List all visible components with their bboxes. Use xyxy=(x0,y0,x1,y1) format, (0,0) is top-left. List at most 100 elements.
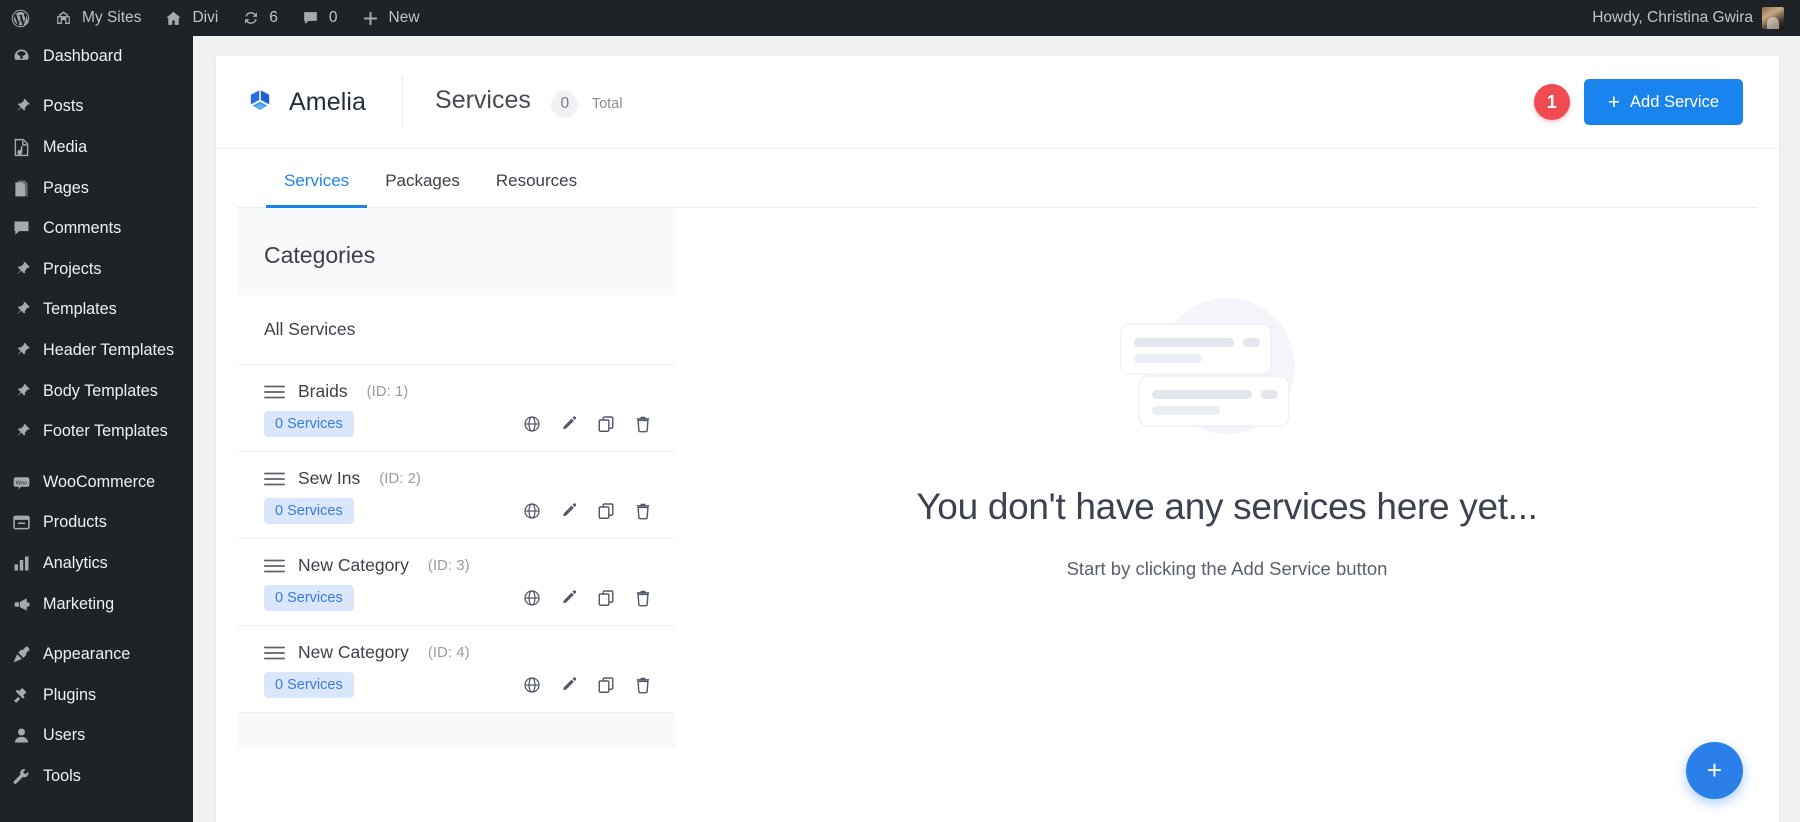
sidebar-separator xyxy=(0,452,193,462)
sidebar-item-media[interactable]: Media xyxy=(0,127,193,168)
woo-icon: Woo xyxy=(11,472,32,493)
duplicate-icon[interactable] xyxy=(596,414,616,434)
page-title: Services xyxy=(435,86,531,114)
adminbar-item-my-sites[interactable]: My Sites xyxy=(42,0,152,36)
sidebar-item-products[interactable]: Products xyxy=(0,503,193,544)
floating-add-button[interactable]: + xyxy=(1686,742,1743,799)
add-service-button[interactable]: + Add Service xyxy=(1584,79,1743,125)
adminbar-item-new[interactable]: New xyxy=(349,0,431,36)
sidebar-item-label: Products xyxy=(43,513,107,532)
globe-icon[interactable] xyxy=(522,501,542,521)
sidebar-item-appearance[interactable]: Appearance xyxy=(0,634,193,675)
sidebar-item-label: Tools xyxy=(43,767,81,786)
products-icon xyxy=(11,512,32,533)
trash-icon[interactable] xyxy=(633,414,653,434)
adminbar-item-updates[interactable]: 6 xyxy=(229,0,289,36)
sidebar-item-body-templates[interactable]: Body Templates xyxy=(0,371,193,412)
sidebar-item-comments[interactable]: Comments xyxy=(0,208,193,249)
duplicate-icon[interactable] xyxy=(596,675,616,695)
tab-resources[interactable]: Resources xyxy=(478,149,595,207)
trash-icon[interactable] xyxy=(633,588,653,608)
header-actions: 1 + Add Service xyxy=(1534,79,1743,125)
sidebar-item-footer-templates[interactable]: Footer Templates xyxy=(0,411,193,452)
sites-icon xyxy=(53,8,74,29)
drag-handle-icon[interactable] xyxy=(264,559,285,573)
adminbar-item-comments[interactable]: 0 xyxy=(289,0,349,36)
globe-icon[interactable] xyxy=(522,588,542,608)
dashboard-icon xyxy=(11,46,32,67)
sidebar-item-label: Posts xyxy=(43,97,84,116)
category-row-header: New Category(ID: 4) xyxy=(264,642,653,663)
category-name: Braids xyxy=(298,381,348,402)
sidebar-item-tools[interactable]: Tools xyxy=(0,756,193,797)
pencil-icon[interactable] xyxy=(559,588,579,608)
category-row[interactable]: Sew Ins(ID: 2)0 Services xyxy=(238,452,675,539)
tab-packages[interactable]: Packages xyxy=(367,149,478,207)
sidebar-item-posts[interactable]: Posts xyxy=(0,87,193,128)
sidebar-item-label: Pages xyxy=(43,179,89,198)
duplicate-icon[interactable] xyxy=(596,588,616,608)
sidebar-item-pages[interactable]: Pages xyxy=(0,168,193,209)
appearance-icon xyxy=(11,644,32,665)
sidebar-item-users[interactable]: Users xyxy=(0,716,193,757)
category-row-header: Braids (ID: 1) xyxy=(264,381,653,402)
category-services-count: 0 Services xyxy=(264,411,354,437)
category-row-footer: 0 Services xyxy=(264,672,653,698)
total-label: Total xyxy=(592,96,623,112)
globe-icon[interactable] xyxy=(522,414,542,434)
sidebar-item-projects[interactable]: Projects xyxy=(0,249,193,290)
home-icon xyxy=(163,8,184,29)
trash-icon[interactable] xyxy=(633,501,653,521)
sidebar-item-label: Body Templates xyxy=(43,382,158,401)
sidebar-separator xyxy=(0,77,193,87)
sidebar-item-dashboard[interactable]: Dashboard xyxy=(0,36,193,77)
step-badge: 1 xyxy=(1534,84,1570,120)
services-empty-state: You don't have any services here yet... … xyxy=(675,208,1779,748)
pencil-icon[interactable] xyxy=(559,414,579,434)
globe-icon[interactable] xyxy=(522,675,542,695)
wp-admin-bar: My Sites Divi 6 0 New xyxy=(0,0,1800,36)
duplicate-icon[interactable] xyxy=(596,501,616,521)
category-row[interactable]: Braids (ID: 1) 0 Services xyxy=(238,365,675,452)
category-row[interactable]: New Category(ID: 4) 0 Services xyxy=(238,626,675,713)
drag-handle-icon[interactable] xyxy=(264,646,285,660)
drag-handle-icon[interactable] xyxy=(264,385,285,399)
pencil-icon[interactable] xyxy=(559,501,579,521)
category-item-all-services[interactable]: All Services xyxy=(238,295,675,365)
adminbar-wordpress-logo[interactable] xyxy=(0,0,42,36)
sidebar-item-label: Templates xyxy=(43,300,117,319)
avatar xyxy=(1762,7,1784,29)
analytics-icon xyxy=(11,553,32,574)
trash-icon[interactable] xyxy=(633,675,653,695)
adminbar-account[interactable]: Howdy, Christina Gwira xyxy=(1592,7,1800,29)
users-icon xyxy=(11,725,32,746)
wp-admin-sidebar: Dashboard Posts Media Pages CommentsProjects… xyxy=(0,36,193,822)
sidebar-item-label: WooCommerce xyxy=(43,473,155,492)
category-actions xyxy=(522,414,653,434)
pencil-icon[interactable] xyxy=(559,675,579,695)
category-row-footer: 0 Services xyxy=(264,585,653,611)
category-row[interactable]: New Category(ID: 3)0 Services xyxy=(238,539,675,626)
header-divider xyxy=(402,77,403,127)
category-id: (ID: 1) xyxy=(367,383,409,400)
amelia-logo[interactable]: Amelia xyxy=(244,86,366,118)
plugins-icon xyxy=(11,685,32,706)
pin-icon xyxy=(11,340,32,361)
sidebar-item-label: Users xyxy=(43,726,85,745)
sidebar-item-templates[interactable]: Templates xyxy=(0,290,193,331)
adminbar-item-divi[interactable]: Divi xyxy=(152,0,229,36)
category-row-footer: 0 Services xyxy=(264,498,653,524)
wordpress-icon xyxy=(10,8,31,29)
amelia-panel: Amelia Services 0 Total 1 + Add Service … xyxy=(216,56,1779,822)
drag-handle-icon[interactable] xyxy=(264,472,285,486)
media-icon xyxy=(11,137,32,158)
sidebar-item-analytics[interactable]: Analytics xyxy=(0,543,193,584)
tab-services[interactable]: Services xyxy=(266,149,367,207)
sidebar-item-woocommerce[interactable]: Woo WooCommerce xyxy=(0,462,193,503)
comment-icon xyxy=(300,8,321,29)
sidebar-item-header-templates[interactable]: Header Templates xyxy=(0,330,193,371)
sidebar-item-plugins[interactable]: Plugins xyxy=(0,675,193,716)
sidebar-item-marketing[interactable]: Marketing xyxy=(0,584,193,625)
adminbar-label: New xyxy=(389,9,420,27)
category-row-footer: 0 Services xyxy=(264,411,653,437)
